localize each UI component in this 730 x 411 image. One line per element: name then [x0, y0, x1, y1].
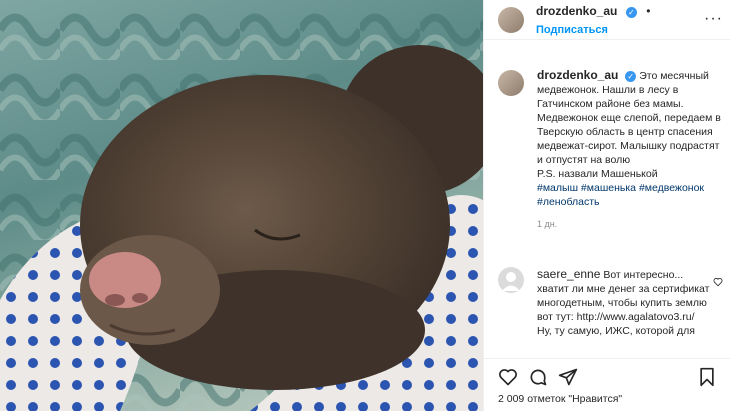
- follow-button[interactable]: Подписаться: [536, 24, 608, 36]
- comment-icon[interactable]: [528, 367, 548, 387]
- caption-ps: P.S. назвали Машенькой: [537, 168, 658, 180]
- hashtag-link[interactable]: #малыш: [537, 182, 578, 194]
- heart-icon[interactable]: [498, 367, 518, 387]
- avatar[interactable]: [498, 70, 524, 96]
- avatar[interactable]: [498, 267, 524, 293]
- hashtag-link[interactable]: #машенька: [581, 182, 636, 194]
- caption-body: drozdenko_au ✓ Это месячный медвежонок. …: [537, 68, 723, 231]
- more-icon[interactable]: ···: [704, 10, 723, 28]
- hashtag-link[interactable]: #ленобласть: [537, 196, 599, 208]
- hashtag-link[interactable]: #медвежонок: [639, 182, 704, 194]
- likes-count[interactable]: 2 009 отметок "Нравится": [498, 393, 622, 405]
- verified-icon: ✓: [625, 6, 637, 18]
- post-timestamp[interactable]: 1 дн.: [537, 217, 723, 231]
- caption-username[interactable]: drozdenko_au: [537, 68, 618, 82]
- comment-item: saere_enne Вот интересно... хватит ли мн…: [498, 267, 723, 338]
- post-sidebar: drozdenko_au ✓ • Подписаться ··· drozden…: [483, 0, 730, 411]
- comments-list[interactable]: drozdenko_au ✓ Это месячный медвежонок. …: [484, 60, 730, 358]
- post-caption: drozdenko_au ✓ Это месячный медвежонок. …: [498, 68, 723, 231]
- header-username[interactable]: drozdenko_au: [536, 4, 617, 18]
- separator-dot: •: [646, 3, 651, 18]
- comment-body: saere_enne Вот интересно... хватит ли мн…: [537, 267, 712, 338]
- caption-text: Это месячный медвежонок. Нашли в лесу в …: [537, 70, 721, 166]
- like-comment-heart-icon[interactable]: [713, 277, 723, 287]
- bookmark-icon[interactable]: [697, 367, 717, 387]
- post-actions: 2 009 отметок "Нравится": [484, 358, 730, 411]
- verified-icon: ✓: [625, 71, 637, 82]
- hashtag-list: #малыш #машенька #медвежонок #ленобласть: [537, 181, 723, 209]
- post-photo[interactable]: [0, 0, 483, 411]
- post-header: drozdenko_au ✓ • Подписаться ···: [484, 0, 730, 40]
- share-icon[interactable]: [558, 367, 578, 387]
- header-author: drozdenko_au ✓ • Подписаться: [536, 2, 730, 38]
- comment-username[interactable]: saere_enne: [537, 267, 600, 281]
- bear-cub-photo: [0, 0, 483, 411]
- avatar[interactable]: [498, 6, 524, 33]
- default-avatar-icon: [502, 272, 520, 291]
